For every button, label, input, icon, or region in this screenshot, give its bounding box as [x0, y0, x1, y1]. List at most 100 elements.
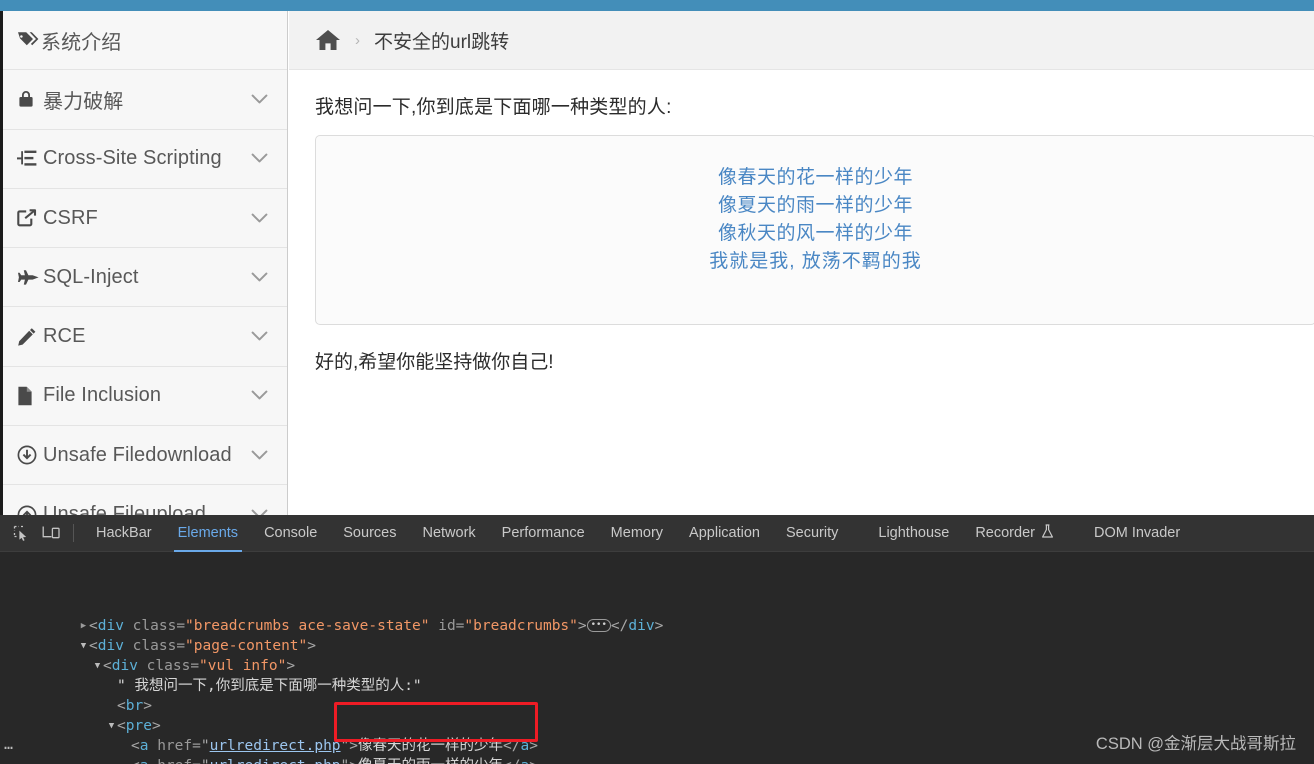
inspect-element-icon[interactable] [6, 519, 36, 547]
devtools-tab-lighthouse[interactable]: Lighthouse [865, 515, 962, 552]
chevron-down-icon[interactable] [249, 331, 269, 342]
devtools-tab-application[interactable]: Application [676, 515, 773, 552]
browser-viewport: 系统介绍暴力破解 Cross-Site Scripting CSRF SQL-Inje… [0, 11, 1314, 515]
devtools-tab-elements[interactable]: Elements [165, 515, 251, 552]
viewport-left-edge [0, 11, 3, 515]
redirect-link-4[interactable]: 我就是我, 放荡不羁的我 [316, 248, 1314, 276]
sidebar-item-9[interactable]: Unsafe Fileupload [3, 485, 287, 515]
dom-token: " 我想问一下,你到底是下面哪一种类型的人:" [117, 678, 422, 694]
devtools-tabbar: HackBar Elements Console Sources Network Perf… [0, 515, 1314, 552]
chevron-down-icon[interactable] [249, 450, 269, 461]
tab-label: DOM Invader [1093, 525, 1181, 541]
sidebar-item-2[interactable]: 暴力破解 [3, 70, 287, 130]
tab-label: Console [264, 525, 318, 541]
dom-token: pre [125, 718, 152, 734]
top-blue-bar [0, 0, 1314, 11]
dom-node-line[interactable]: " 我想问一下,你到底是下面哪一种类型的人:" [0, 676, 1314, 696]
toolbar-divider [73, 524, 74, 542]
tab-label: Lighthouse [878, 525, 950, 541]
sidebar-item-5[interactable]: SQL-Inject [3, 248, 287, 308]
sidebar-item-6[interactable]: RCE [3, 307, 287, 367]
home-icon[interactable] [315, 28, 341, 52]
redirect-link-1[interactable]: 像春天的花一样的少年 [316, 164, 1314, 192]
devtools-tab-memory[interactable]: Memory [598, 515, 676, 552]
dom-token: br [125, 698, 144, 714]
sidebar-item-label: File Inclusion [43, 384, 162, 407]
dom-token: < [89, 638, 98, 654]
experiment-flask-icon [1041, 523, 1054, 543]
dom-token: 像春天的花一样的少年 [358, 738, 504, 754]
dom-token: urlredirect.php [209, 738, 341, 754]
download-circle-icon [17, 445, 43, 465]
dom-token: div [97, 618, 124, 634]
dom-token: "> [340, 738, 359, 754]
dom-token: > [529, 738, 538, 754]
tag-icon [17, 30, 41, 50]
tab-label: Elements [177, 525, 239, 541]
dom-token: " [200, 738, 210, 754]
chevron-down-icon[interactable] [249, 153, 269, 164]
tab-label: Network [422, 525, 476, 541]
footer-text: 好的,希望你能坚持做你自己! [315, 352, 554, 373]
dom-token: < [117, 698, 126, 714]
devtools-tab-console[interactable]: Console [251, 515, 330, 552]
chevron-down-icon[interactable] [249, 272, 269, 283]
sidebar-item-7[interactable]: File Inclusion [3, 367, 287, 427]
tab-label: Recorder [975, 525, 1035, 541]
sidebar-item-8[interactable]: Unsafe Filedownload [3, 426, 287, 486]
chevron-down-icon[interactable] [249, 94, 269, 105]
dom-node-line[interactable]: ▼ < div class= "vul info" > [0, 656, 1314, 676]
chevron-down-icon[interactable] [249, 213, 269, 224]
expand-triangle-icon[interactable]: ▼ [92, 656, 103, 676]
page-content: 我想问一下,你到底是下面哪一种类型的人: 像春天的花一样的少年 像夏天的雨一样的少… [289, 70, 1314, 374]
devtools-tab-security[interactable]: Security [773, 515, 851, 552]
redirect-link-2[interactable]: 像夏天的雨一样的少年 [316, 192, 1314, 220]
devtools-tab-dom-invader[interactable]: DOM Invader [1081, 515, 1193, 552]
devtools-tab-hackbar[interactable]: HackBar [83, 515, 165, 552]
dom-token: a [139, 738, 149, 754]
dom-token: href= [148, 756, 201, 764]
redirect-link-3[interactable]: 像秋天的风一样的少年 [316, 220, 1314, 248]
dom-node-line[interactable]: ▼ < div class= "page-content" > [0, 636, 1314, 656]
sidebar-item-1[interactable]: 系统介绍 [3, 11, 287, 71]
sidebar-item-4[interactable]: CSRF [3, 189, 287, 249]
devtools-tab-recorder[interactable]: Recorder [962, 515, 1067, 552]
dom-token: " [201, 756, 210, 764]
device-toolbar-icon[interactable] [36, 519, 66, 547]
dom-token: < [117, 718, 126, 734]
more-options-button[interactable]: … [4, 734, 15, 754]
devtools-panel: HackBar Elements Console Sources Network Perf… [0, 515, 1314, 764]
collapsed-content-badge[interactable]: ••• [586, 618, 611, 632]
dom-token: a [520, 756, 529, 764]
pencil-icon [17, 327, 43, 346]
devtools-tab-network[interactable]: Network [409, 515, 488, 552]
tab-label: HackBar [96, 525, 152, 541]
chevron-down-icon[interactable] [249, 390, 269, 401]
dom-token: > [151, 718, 161, 734]
dom-token: div [628, 618, 655, 634]
expand-triangle-icon[interactable]: ▼ [78, 636, 89, 656]
dom-node-line[interactable]: ▶ < div class= "breadcrumbs ace-save-state"… [0, 616, 1314, 636]
devtools-tab-performance[interactable]: Performance [489, 515, 598, 552]
dom-token: class= [123, 618, 186, 634]
external-link-icon [17, 208, 43, 228]
devtools-tab-sources[interactable]: Sources [330, 515, 409, 552]
breadcrumb: › 不安全的url跳转 [289, 11, 1314, 70]
lock-icon [17, 89, 43, 109]
dom-token: "vul info" [199, 658, 287, 674]
dom-token: < [89, 618, 98, 634]
dom-node-line[interactable]: < br > [0, 696, 1314, 716]
collapse-triangle-icon[interactable]: ▶ [78, 616, 89, 636]
sitemap-icon [17, 149, 43, 168]
sidebar-item-label: 暴力破解 [43, 90, 124, 113]
watermark: CSDN @金渐层大战哥斯拉 [1095, 735, 1296, 753]
dom-token: > [286, 658, 296, 674]
dom-node-line[interactable]: <a href="urlredirect.php">像夏天的雨一样的少年</a> [0, 756, 1314, 764]
dom-token: < [131, 756, 140, 764]
sidebar-item-label: SQL-Inject [43, 265, 139, 288]
dom-token: > [577, 618, 587, 634]
sidebar-item-3[interactable]: Cross-Site Scripting [3, 130, 287, 189]
sidebar-item-label: Unsafe Filedownload [43, 443, 232, 466]
expand-triangle-icon[interactable]: ▼ [106, 716, 117, 736]
dom-token: href= [148, 738, 201, 754]
